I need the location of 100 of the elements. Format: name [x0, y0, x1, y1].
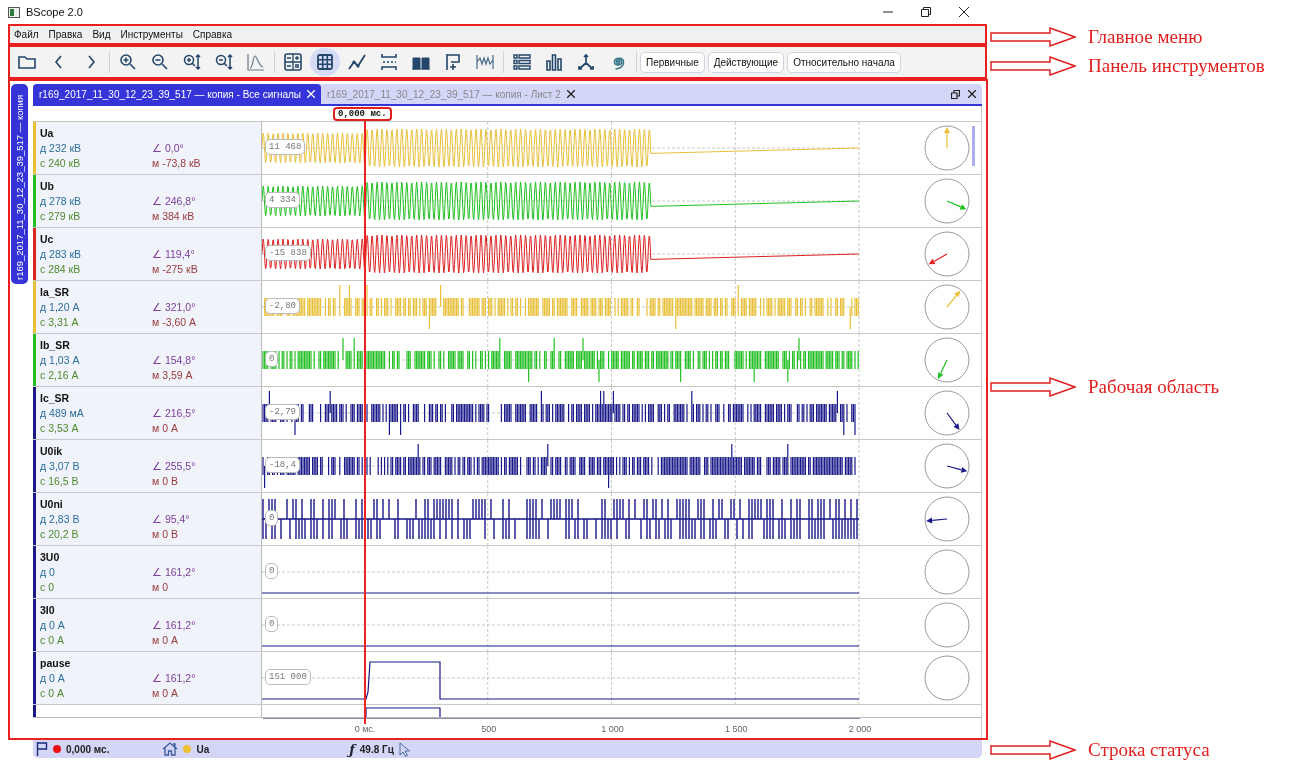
channel-name: Ib_SR: [40, 339, 71, 351]
angle-value: ∠ 246,8°: [152, 195, 197, 207]
angle-value: ∠ 321,0°: [152, 301, 197, 313]
phasor-diagram: [921, 599, 973, 651]
angle-value: ∠ 161,2°: [152, 672, 197, 684]
value-label: 0: [265, 351, 279, 367]
instant-value: м 0 В: [152, 475, 179, 487]
home-icon[interactable]: [162, 742, 179, 756]
average-value: с 240 кВ: [40, 157, 82, 169]
value-label: 0: [265, 510, 279, 526]
instant-value: м -73,8 кВ: [152, 157, 202, 169]
angle-value: ∠ 255,5°: [152, 460, 197, 472]
rms-value: д 0: [40, 566, 56, 578]
phasor-diagram: [921, 652, 973, 704]
average-value: с 284 кВ: [40, 263, 82, 275]
angle-value: ∠ 0,0°: [152, 142, 185, 154]
instant-value: м -3,60 А: [152, 316, 197, 328]
close-icon[interactable]: [566, 90, 575, 98]
value-label: 0: [265, 563, 279, 579]
channel-name: 3I0: [40, 604, 56, 616]
angle-value: ∠ 154,8°: [152, 354, 197, 366]
menu-item[interactable]: Правка: [48, 29, 83, 40]
annotation-label: Главное меню: [1088, 26, 1203, 48]
annotation-label: Панель инструментов: [1088, 55, 1265, 77]
close-icon[interactable]: [968, 90, 976, 98]
close-icon[interactable]: [959, 7, 969, 17]
value-label: 4 334: [265, 192, 300, 208]
rms-value: д 283 кВ: [40, 248, 83, 260]
value-label: -18,4: [265, 457, 300, 473]
value-label: 151 000: [265, 669, 311, 685]
app-icon: [8, 6, 20, 18]
frequency-value: 49.8 Гц: [359, 743, 394, 755]
average-value: с 20,2 В: [40, 528, 80, 540]
mode-button[interactable]: Действующие: [707, 51, 785, 73]
angle-value: ∠ 95,4°: [152, 513, 191, 525]
channel-name: Ub: [40, 180, 55, 192]
channel-name: U0ni: [40, 498, 64, 510]
average-value: с 2,16 А: [40, 369, 80, 381]
phasor-diagram: [921, 387, 973, 439]
document-tab[interactable]: r169_2017_11_30_12_23_39_517 — копия - Все сигналы: [33, 84, 321, 104]
axis-tick-label: 2 000: [848, 724, 872, 734]
channel-name: Uc: [40, 233, 55, 245]
mode-button[interactable]: Первичные: [640, 51, 705, 73]
value-label: -15 838: [265, 245, 311, 261]
phasor-diagram: [921, 334, 973, 386]
instant-value: м 0 В: [152, 528, 179, 540]
axis-tick-label: 0 мс.: [354, 724, 376, 734]
annotation-label: Строка статуса: [1088, 739, 1210, 760]
rms-value: д 3,07 В: [40, 460, 81, 472]
rms-value: д 1,03 А: [40, 354, 81, 366]
channel-name: Ua: [40, 127, 55, 139]
average-value: с 0: [40, 581, 55, 593]
menu-item[interactable]: Справка: [192, 29, 233, 40]
channel-name: 3U0: [40, 551, 61, 563]
annotation-label: Рабочая область: [1088, 376, 1220, 398]
angle-value: ∠ 216,5°: [152, 407, 197, 419]
phasor-diagram: [921, 546, 973, 598]
phasor-diagram: [921, 175, 973, 227]
value-label: 0: [265, 616, 279, 632]
channel-name: Ia_SR: [40, 286, 71, 298]
value-label: 11 468: [265, 139, 306, 155]
instant-value: м -275 кВ: [152, 263, 199, 275]
grid-icon[interactable]: [310, 48, 340, 76]
instant-value: м 0 А: [152, 634, 179, 646]
frequency-symbol: ƒ: [349, 741, 355, 757]
phasor-diagram: [921, 281, 973, 333]
angle-value: ∠ 119,4°: [152, 248, 196, 260]
scrollbar-thumb[interactable]: [972, 126, 975, 166]
restore-icon[interactable]: [951, 89, 960, 99]
phasor-diagram: [921, 440, 973, 492]
menu-item[interactable]: Вид: [92, 29, 111, 40]
menu-item[interactable]: Инструменты: [120, 29, 183, 40]
instant-value: м 3,59 А: [152, 369, 194, 381]
instant-value: м 0 А: [152, 687, 179, 699]
rms-value: д 2,83 В: [40, 513, 81, 525]
angle-value: ∠ 161,2°: [152, 619, 197, 631]
axis-tick-label: 1 500: [725, 724, 748, 734]
channel-name: pause: [40, 657, 72, 669]
angle-value: ∠ 161,2°: [152, 566, 197, 578]
window-title: BScope 2.0: [26, 6, 83, 18]
phasor-diagram: [921, 122, 973, 174]
average-value: с 3,31 А: [40, 316, 80, 328]
mode-button[interactable]: Относительно начала: [787, 51, 901, 73]
cursor-time-label: 0,000 мс.: [333, 106, 392, 121]
average-value: с 0 А: [40, 634, 65, 646]
axis-tick-label: 1 000: [601, 724, 624, 734]
flag-icon: [36, 742, 48, 756]
average-value: с 16,5 В: [40, 475, 80, 487]
instant-value: м 0: [152, 581, 169, 593]
pointer-icon: [398, 741, 411, 757]
instant-value: м 0 А: [152, 422, 179, 434]
side-tab[interactable]: r169_2017_11_30_12_23_39_517 — копия: [11, 84, 28, 284]
instant-value: м 384 кВ: [152, 210, 196, 222]
phasor-diagram: [921, 493, 973, 545]
axis-tick-label: 500: [481, 724, 497, 734]
average-value: с 3,53 А: [40, 422, 80, 434]
restore-icon[interactable]: [921, 7, 931, 17]
menu-item[interactable]: Файл: [14, 29, 39, 40]
rms-value: д 232 кВ: [40, 142, 83, 154]
value-label: -2,79: [265, 404, 300, 420]
